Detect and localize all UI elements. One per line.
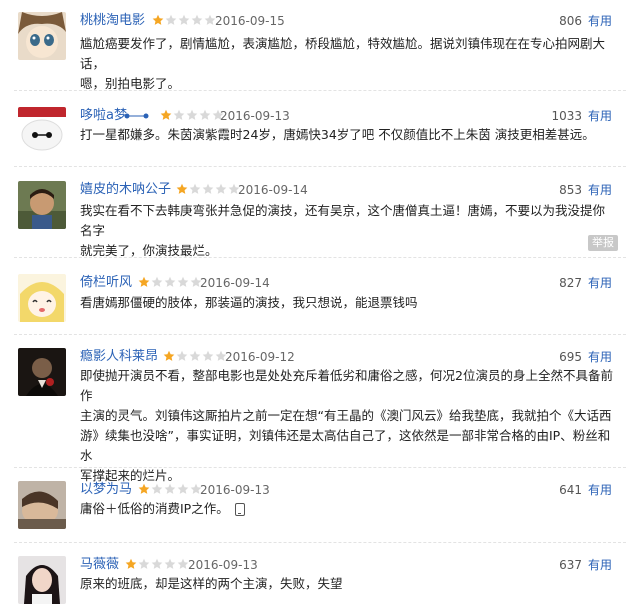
star-empty-icon (177, 276, 189, 288)
review-content: 庸俗＋低俗的消费IP之作。 (80, 499, 616, 519)
star-empty-icon (165, 14, 177, 26)
useful-button[interactable]: 有用 (588, 107, 612, 125)
review-username[interactable]: 桃桃淘电影 (80, 12, 145, 30)
star-empty-icon (164, 276, 176, 288)
review-text-line: 就完美了，你演技最烂。 (80, 243, 218, 258)
star-filled-icon (152, 14, 164, 26)
vote-count: 695 (559, 350, 582, 364)
review-username[interactable]: 以梦为马 (80, 481, 132, 499)
divider (14, 90, 626, 91)
star-empty-icon (202, 350, 214, 362)
useful-button[interactable]: 有用 (588, 12, 612, 30)
review-date: 2016-09-15 (215, 14, 285, 28)
review-username[interactable]: 倚栏听风 (80, 274, 132, 292)
star-empty-icon (151, 276, 163, 288)
rating-stars (163, 350, 228, 364)
woman-portrait-avatar[interactable] (18, 556, 66, 604)
star-empty-icon (215, 183, 227, 195)
divider (14, 467, 626, 468)
review-text-line: 游》续集也没啥”，事实证明，刘镇伟还是太高估自己了，这依然是一部非常合格的由IP… (80, 428, 611, 463)
review-content: 尴尬癌要发作了，剧情尴尬，表演尴尬，桥段尴尬，特效尴尬。据说刘镇伟现在在专心拍网… (80, 34, 616, 94)
star-empty-icon (199, 109, 211, 121)
review-content: 打一星都嫌多。朱茵演紫霞时24岁，唐嫣快34岁了吧 不仅颜值比不上朱茵 演技更相… (80, 125, 616, 145)
review-text-line: 原来的班底，却是这样的两个主演，失败，失望 (80, 576, 343, 591)
vote-count: 641 (559, 483, 582, 497)
star-empty-icon (202, 183, 214, 195)
child-photo-avatar[interactable] (18, 181, 66, 229)
useful-button[interactable]: 有用 (588, 274, 612, 292)
star-filled-icon (125, 558, 137, 570)
vote-count: 827 (559, 276, 582, 290)
review-text-line: 尴尬癌要发作了，剧情尴尬，表演尴尬，桥段尴尬，特效尴尬。据说刘镇伟现在在专心拍网… (80, 36, 606, 71)
useful-button[interactable]: 有用 (588, 556, 612, 574)
star-filled-icon (176, 183, 188, 195)
review-username[interactable]: 马薇薇 (80, 556, 119, 574)
star-empty-icon (178, 14, 190, 26)
sleeping-person-avatar[interactable] (18, 481, 66, 529)
review-date: 2016-09-13 (200, 483, 270, 497)
star-filled-icon (138, 276, 150, 288)
review-username[interactable]: 嬉皮的木呐公子 (80, 181, 171, 199)
review-text-line: 主演的灵气。刘镇伟这厮拍片之前一定在想“有王晶的《澳门风云》给我垫底，我就拍个《… (80, 408, 612, 423)
star-empty-icon (176, 350, 188, 362)
review-date: 2016-09-13 (188, 558, 258, 572)
rating-stars (138, 276, 203, 290)
review-username[interactable]: 哆啦a梦 (80, 107, 127, 125)
review-content: 原来的班底，却是这样的两个主演，失败，失望 (80, 574, 616, 594)
divider (14, 166, 626, 167)
star-empty-icon (164, 483, 176, 495)
review-date: 2016-09-14 (200, 276, 270, 290)
vote-count: 637 (559, 558, 582, 572)
star-empty-icon (189, 183, 201, 195)
report-button[interactable]: 举报 (588, 235, 618, 251)
star-filled-icon (163, 350, 175, 362)
review-text-line: 嗯，别拍电影了。 (80, 76, 181, 91)
star-empty-icon (186, 109, 198, 121)
star-empty-icon (164, 558, 176, 570)
rating-stars (138, 483, 203, 497)
rating-stars (176, 183, 241, 197)
review-username[interactable]: 瘾影人科莱昂 (80, 348, 158, 366)
review-content: 即使抛开演员不看，整部电影也是处处充斥着低劣和庸俗之感，何况2位演员的身上全然不… (80, 366, 616, 486)
divider (14, 257, 626, 258)
star-empty-icon (138, 558, 150, 570)
star-empty-icon (151, 483, 163, 495)
rating-stars (160, 109, 225, 123)
vote-count: 806 (559, 14, 582, 28)
mobile-phone-icon (234, 503, 245, 516)
review-date: 2016-09-14 (238, 183, 308, 197)
star-empty-icon (191, 14, 203, 26)
useful-button[interactable]: 有用 (588, 481, 612, 499)
baymax-avatar[interactable] (18, 107, 66, 155)
star-empty-icon (189, 350, 201, 362)
review-text-line: 即使抛开演员不看，整部电影也是处处充斥着低劣和庸俗之感，何况2位演员的身上全然不… (80, 368, 613, 403)
star-empty-icon (151, 558, 163, 570)
review-date: 2016-09-13 (220, 109, 290, 123)
vote-count: 1033 (551, 109, 582, 123)
star-empty-icon (173, 109, 185, 121)
review-content: 看唐嫣那僵硬的肢体，那装逼的演技，我只想说，能退票钱吗 (80, 293, 616, 313)
vote-count: 853 (559, 183, 582, 197)
review-date: 2016-09-12 (225, 350, 295, 364)
anime-face-avatar[interactable] (18, 12, 66, 60)
useful-button[interactable]: 有用 (588, 181, 612, 199)
rating-stars (152, 14, 217, 28)
divider (14, 334, 626, 335)
godfather-avatar[interactable] (18, 348, 66, 396)
divider (14, 542, 626, 543)
review-content: 我实在看不下去韩庚弯张并急促的演技，还有吴京，这个唐僧真土逼！唐嫣，不要以为我没… (80, 201, 616, 261)
useful-button[interactable]: 有用 (588, 348, 612, 366)
review-text-line: 庸俗＋低俗的消费IP之作。 (80, 499, 616, 519)
review-text-line: 我实在看不下去韩庚弯张并急促的演技，还有吴京，这个唐僧真土逼！唐嫣，不要以为我没… (80, 203, 606, 238)
rating-stars (125, 558, 190, 572)
review-text: 庸俗＋低俗的消费IP之作。 (80, 501, 229, 516)
review-text-line: 看唐嫣那僵硬的肢体，那装逼的演技，我只想说，能退票钱吗 (80, 295, 418, 310)
user-badge-icon (124, 113, 149, 119)
star-filled-icon (138, 483, 150, 495)
star-empty-icon (177, 483, 189, 495)
cartoon-girl-avatar[interactable] (18, 274, 66, 322)
star-filled-icon (160, 109, 172, 121)
review-text-line: 打一星都嫌多。朱茵演紫霞时24岁，唐嫣快34岁了吧 不仅颜值比不上朱茵 演技更相… (80, 127, 595, 142)
